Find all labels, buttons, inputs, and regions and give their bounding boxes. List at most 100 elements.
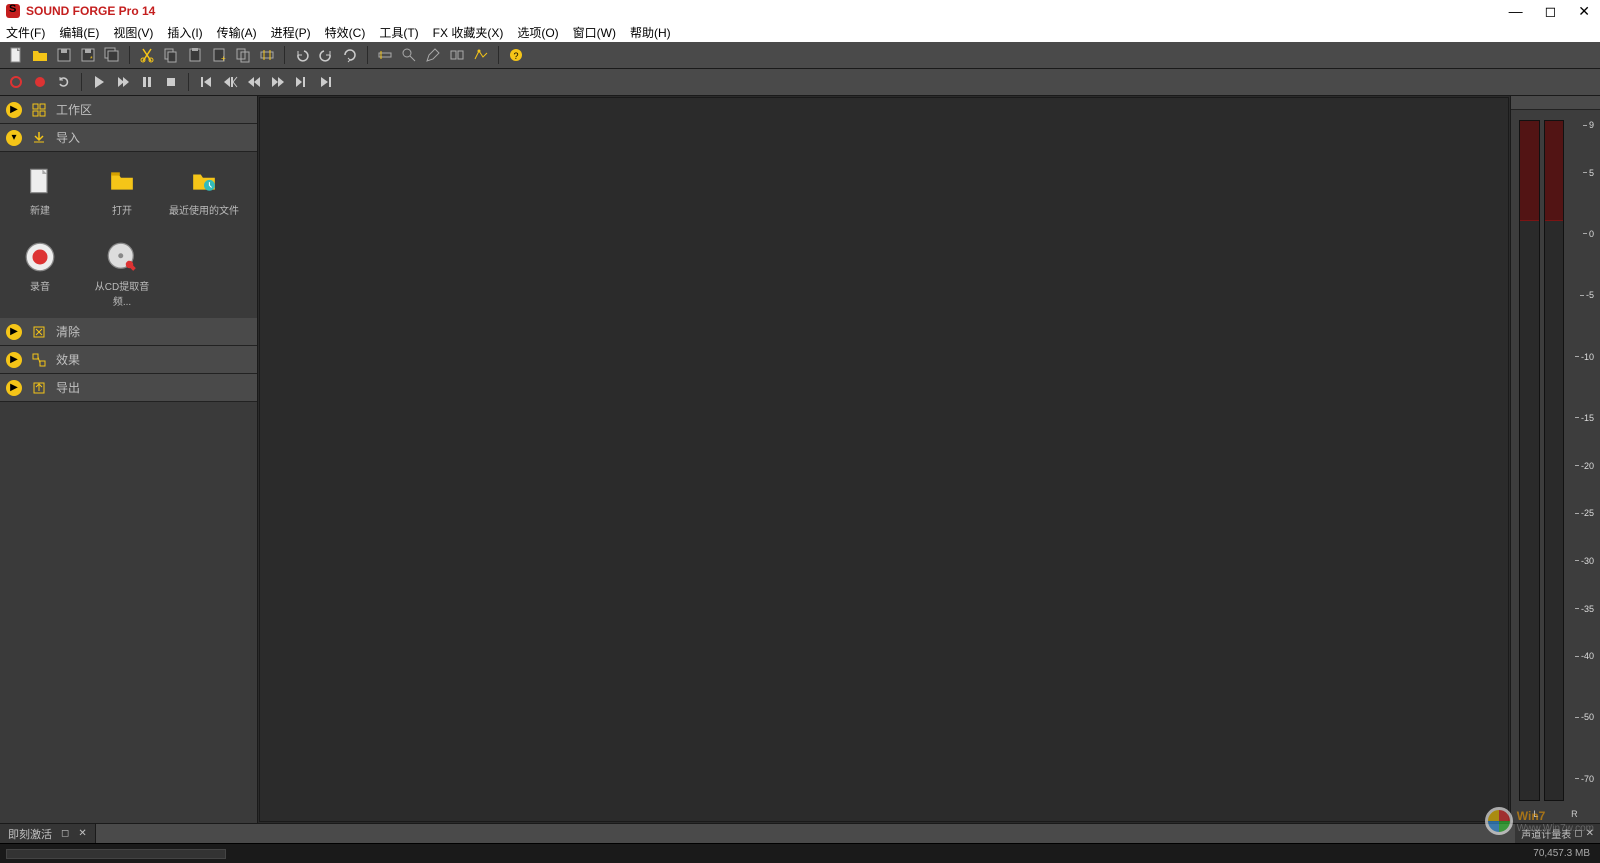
- workspace: ▶ 工作区 ▾ 导入 新建 打开 最近使用的文件 录音: [0, 96, 1600, 823]
- play-icon[interactable]: [89, 72, 109, 92]
- action-new[interactable]: 新建: [4, 162, 76, 232]
- svg-text:?: ?: [514, 51, 519, 61]
- separator: [367, 46, 368, 64]
- meter-tick: -40: [1566, 651, 1594, 661]
- menu-process[interactable]: 进程(P): [271, 24, 311, 41]
- menu-file[interactable]: 文件(F): [6, 24, 45, 41]
- meter-tick: -25: [1566, 508, 1594, 518]
- sidebar-section-import[interactable]: ▾ 导入: [0, 124, 257, 152]
- go-end-icon[interactable]: [316, 72, 336, 92]
- meter-label-l: L: [1533, 809, 1538, 819]
- forward-icon[interactable]: [268, 72, 288, 92]
- meter-channel-right[interactable]: [1544, 120, 1565, 801]
- edit-tool-icon[interactable]: [375, 45, 395, 65]
- save-all-icon[interactable]: [102, 45, 122, 65]
- meter-tick: -30: [1566, 556, 1594, 566]
- clear-icon: [32, 325, 46, 339]
- help-bubble-icon[interactable]: ?: [506, 45, 526, 65]
- menu-view[interactable]: 视图(V): [113, 24, 153, 41]
- go-start-icon[interactable]: [196, 72, 216, 92]
- action-label: 新建: [30, 202, 50, 217]
- save-icon[interactable]: [54, 45, 74, 65]
- event-tool-icon[interactable]: [447, 45, 467, 65]
- play-all-icon[interactable]: [113, 72, 133, 92]
- action-label: 最近使用的文件: [169, 202, 239, 217]
- action-extract-cd[interactable]: 从CD提取音频...: [86, 238, 158, 308]
- meter-tick: 5: [1566, 168, 1594, 178]
- envelope-tool-icon[interactable]: [471, 45, 491, 65]
- trim-icon[interactable]: [257, 45, 277, 65]
- record-icon[interactable]: [30, 72, 50, 92]
- chevron-right-icon: ▶: [6, 324, 22, 340]
- meter-tick: 9: [1566, 120, 1594, 130]
- meter-channel-left[interactable]: [1519, 120, 1540, 801]
- menu-window[interactable]: 窗口(W): [573, 24, 616, 41]
- import-icon: [32, 131, 46, 145]
- recent-folder-icon: [186, 166, 222, 196]
- meter-label-r: R: [1571, 809, 1578, 819]
- tab-dock-icon[interactable]: ◻: [61, 828, 69, 839]
- sidebar-section-export[interactable]: ▶ 导出: [0, 374, 257, 402]
- loop-icon[interactable]: [54, 72, 74, 92]
- chevron-right-icon: ▶: [6, 102, 22, 118]
- tab-meter[interactable]: 声道计量表 ◻ ✕: [1515, 824, 1600, 844]
- redo-icon[interactable]: [316, 45, 336, 65]
- menu-tools[interactable]: 工具(T): [379, 24, 418, 41]
- prev-marker-icon[interactable]: [220, 72, 240, 92]
- menu-transfer[interactable]: 传输(A): [217, 24, 257, 41]
- repeat-icon[interactable]: [340, 45, 360, 65]
- tab-close-icon[interactable]: ✕: [78, 828, 86, 839]
- paste-new-icon[interactable]: +: [209, 45, 229, 65]
- menu-insert[interactable]: 插入(I): [167, 24, 202, 41]
- tab-dock-icon[interactable]: ◻: [1574, 828, 1582, 839]
- sidebar-section-clear[interactable]: ▶ 清除: [0, 318, 257, 346]
- save-as-icon[interactable]: *: [78, 45, 98, 65]
- separator: [129, 46, 130, 64]
- close-button[interactable]: ✕: [1578, 3, 1590, 20]
- menu-edit[interactable]: 编辑(E): [59, 24, 99, 41]
- pencil-tool-icon[interactable]: [423, 45, 443, 65]
- maximize-button[interactable]: ◻: [1545, 3, 1557, 20]
- minimize-button[interactable]: —: [1509, 3, 1523, 20]
- tab-activate[interactable]: 即刻激活 ◻ ✕: [0, 824, 96, 844]
- action-open[interactable]: 打开: [86, 162, 158, 232]
- action-record[interactable]: 录音: [4, 238, 76, 308]
- copy-icon[interactable]: [161, 45, 181, 65]
- open-folder-icon[interactable]: [30, 45, 50, 65]
- status-progress: [6, 849, 226, 859]
- stop-icon[interactable]: [161, 72, 181, 92]
- sidebar-section-workspace[interactable]: ▶ 工作区: [0, 96, 257, 124]
- menu-options[interactable]: 选项(O): [517, 24, 558, 41]
- menu-fx-favorites[interactable]: FX 收藏夹(X): [433, 24, 504, 41]
- next-marker-icon[interactable]: [292, 72, 312, 92]
- chevron-down-icon: ▾: [6, 130, 22, 146]
- menu-effects[interactable]: 特效(C): [325, 24, 366, 41]
- chevron-right-icon: ▶: [6, 352, 22, 368]
- action-recent[interactable]: 最近使用的文件: [168, 162, 240, 232]
- menu-help[interactable]: 帮助(H): [630, 24, 671, 41]
- meter-scale: 950-5-10-15-20-25-30-35-40-50-70: [1566, 120, 1594, 801]
- meter-header[interactable]: [1511, 96, 1600, 110]
- tab-close-icon[interactable]: ✕: [1586, 828, 1594, 839]
- sidebar-section-effects[interactable]: ▶ 效果: [0, 346, 257, 374]
- statusbar: 70,457.3 MB: [0, 843, 1600, 863]
- pause-icon[interactable]: [137, 72, 157, 92]
- new-file-icon[interactable]: [6, 45, 26, 65]
- meter-tick: -10: [1566, 352, 1594, 362]
- window-controls: — ◻ ✕: [1509, 3, 1594, 20]
- cd-extract-icon: [104, 242, 140, 272]
- import-actions: 新建 打开 最近使用的文件 录音 从CD提取音频...: [0, 152, 257, 318]
- paste-icon[interactable]: [185, 45, 205, 65]
- sidebar-section-label: 工作区: [56, 101, 92, 118]
- rewind-icon[interactable]: [244, 72, 264, 92]
- undo-icon[interactable]: [292, 45, 312, 65]
- mix-paste-icon[interactable]: [233, 45, 253, 65]
- magnify-icon[interactable]: [399, 45, 419, 65]
- toolbar-main: * + ?: [0, 42, 1600, 69]
- separator: [81, 73, 82, 91]
- cut-icon[interactable]: [137, 45, 157, 65]
- app-icon: [6, 4, 20, 18]
- bottom-tab-bar: 即刻激活 ◻ ✕ 声道计量表 ◻ ✕: [0, 823, 1600, 843]
- svg-text:*: *: [90, 56, 93, 63]
- record-arm-icon[interactable]: [6, 72, 26, 92]
